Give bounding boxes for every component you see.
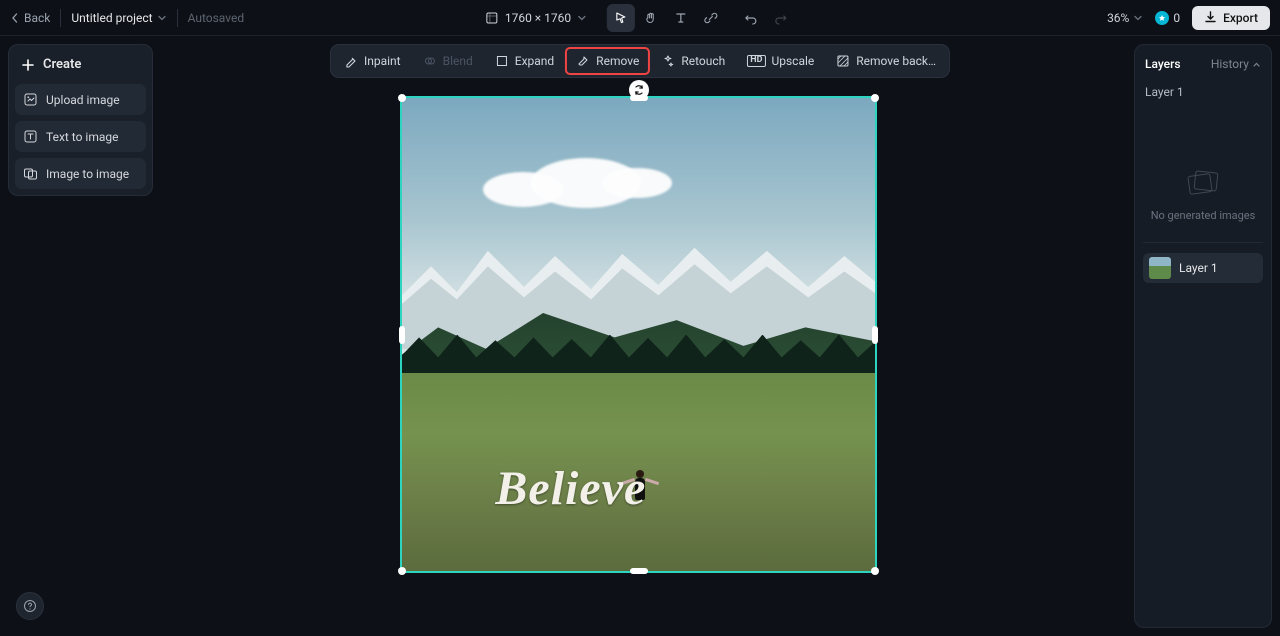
chevron-down-icon [1133, 13, 1143, 23]
expand-label: Expand [515, 54, 554, 68]
text-to-image-button[interactable]: Text to image [15, 121, 146, 152]
canvas[interactable]: Believe [400, 96, 877, 573]
handle-top[interactable] [630, 95, 648, 101]
top-right: 36% 0 Export [1107, 6, 1270, 30]
zoom-label: 36% [1107, 11, 1129, 25]
current-layer-name[interactable]: Layer 1 [1143, 79, 1263, 109]
history-tab-label: History [1211, 57, 1249, 71]
img2img-label: Image to image [46, 167, 129, 181]
export-label: Export [1223, 11, 1258, 25]
select-tool[interactable] [607, 4, 635, 32]
top-bar: Back Untitled project Autosaved 1760 × 1… [0, 0, 1280, 36]
redo-button[interactable] [767, 4, 795, 32]
cursor-icon [614, 11, 628, 25]
remove-button[interactable]: Remove [566, 48, 649, 74]
upload-icon [23, 92, 38, 107]
chevron-down-icon [157, 13, 167, 23]
hd-icon: HD [747, 55, 765, 67]
right-panel-tabs: Layers History [1143, 53, 1263, 75]
retouch-icon [661, 54, 675, 68]
layer-thumbnail [1149, 257, 1171, 279]
remove-bg-icon [836, 54, 850, 68]
link-tool[interactable] [697, 4, 725, 32]
credits-value: 0 [1173, 11, 1180, 25]
layers-tab-label: Layers [1145, 57, 1181, 71]
undo-icon [744, 11, 758, 25]
credits-counter[interactable]: 0 [1155, 11, 1180, 25]
credits-icon [1155, 11, 1169, 25]
hand-icon [644, 11, 658, 25]
plus-icon [21, 58, 35, 72]
project-name[interactable]: Untitled project [71, 11, 166, 25]
divider [60, 9, 61, 27]
create-label: Create [43, 57, 81, 72]
selection-outline[interactable] [400, 96, 877, 573]
retouch-button[interactable]: Retouch [651, 48, 735, 74]
blend-icon [423, 54, 437, 68]
chevron-up-icon [1252, 60, 1261, 69]
upload-image-button[interactable]: Upload image [15, 84, 146, 115]
text-to-image-icon [23, 129, 38, 144]
help-button[interactable] [16, 592, 44, 620]
handle-bottom[interactable] [630, 568, 648, 574]
autosaved-status: Autosaved [188, 11, 245, 25]
handle-left[interactable] [399, 326, 405, 344]
inpaint-label: Inpaint [364, 54, 401, 68]
back-label: Back [24, 11, 50, 25]
divider [177, 9, 178, 27]
chevron-left-icon [10, 13, 20, 23]
handle-bottom-right[interactable] [871, 567, 879, 575]
expand-icon [495, 54, 509, 68]
frame-icon [485, 11, 499, 25]
canvas-dimensions[interactable]: 1760 × 1760 [485, 11, 587, 25]
zoom-control[interactable]: 36% [1107, 11, 1143, 25]
inpaint-button[interactable]: Inpaint [334, 48, 411, 74]
image-to-image-button[interactable]: Image to image [15, 158, 146, 189]
export-button[interactable]: Export [1192, 6, 1270, 30]
back-button[interactable]: Back [10, 11, 50, 25]
layer-item[interactable]: Layer 1 [1143, 253, 1263, 283]
handle-top-left[interactable] [398, 94, 406, 102]
action-toolbar: Inpaint Blend Expand Remove Retouch HD U… [330, 44, 950, 78]
create-header: Create [15, 51, 146, 78]
project-name-label: Untitled project [71, 11, 152, 25]
text2img-label: Text to image [46, 130, 119, 144]
layer-item-label: Layer 1 [1179, 261, 1218, 275]
remove-bg-button[interactable]: Remove back… [826, 48, 946, 74]
image-to-image-icon [23, 166, 38, 181]
redo-icon [774, 11, 788, 25]
tool-group [607, 4, 795, 32]
remove-label: Remove [596, 54, 639, 68]
left-panel: Create Upload image Text to image Image … [8, 44, 153, 196]
expand-button[interactable]: Expand [485, 48, 564, 74]
hand-tool[interactable] [637, 4, 665, 32]
undo-button[interactable] [737, 4, 765, 32]
history-tab[interactable]: History [1209, 53, 1263, 75]
retouch-label: Retouch [681, 54, 725, 68]
link-icon [704, 11, 718, 25]
help-icon [23, 599, 37, 613]
inpaint-icon [344, 54, 358, 68]
upload-label: Upload image [46, 93, 120, 107]
generated-empty-state: No generated images [1143, 109, 1263, 243]
text-icon [674, 11, 688, 25]
eraser-icon [576, 54, 590, 68]
upscale-label: Upscale [771, 54, 814, 68]
handle-top-right[interactable] [871, 94, 879, 102]
upscale-button[interactable]: HD Upscale [737, 48, 824, 74]
handle-right[interactable] [872, 326, 878, 344]
empty-message: No generated images [1151, 209, 1256, 222]
text-tool[interactable] [667, 4, 695, 32]
right-panel: Layers History Layer 1 No generated imag… [1134, 44, 1272, 628]
blend-label: Blend [443, 54, 473, 68]
empty-images-icon [1186, 169, 1220, 197]
layers-tab[interactable]: Layers [1143, 53, 1183, 75]
removebg-label: Remove back… [856, 54, 936, 68]
dimensions-label: 1760 × 1760 [505, 11, 571, 25]
blend-button: Blend [413, 48, 483, 74]
chevron-down-icon [577, 13, 587, 23]
top-center: 1760 × 1760 [485, 4, 795, 32]
handle-bottom-left[interactable] [398, 567, 406, 575]
download-icon [1204, 11, 1217, 24]
